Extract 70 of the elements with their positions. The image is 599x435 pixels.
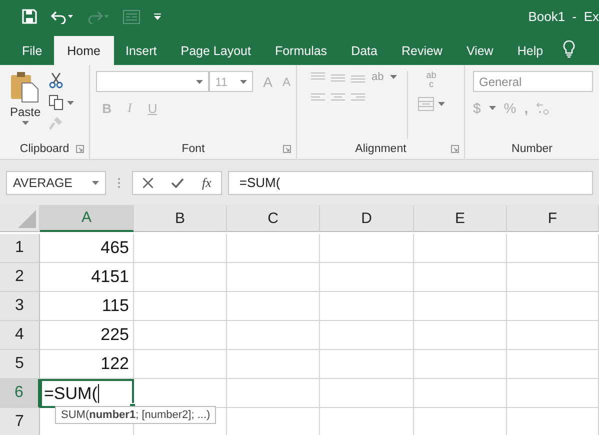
checkmark-icon[interactable] xyxy=(171,178,184,188)
ribbon-tab[interactable]: View xyxy=(454,36,506,65)
group-label: Clipboard xyxy=(20,143,70,155)
document-title: Book1 - Ex xyxy=(528,9,599,24)
name-box[interactable]: AVERAGE xyxy=(6,170,106,194)
align-left-icon[interactable] xyxy=(311,93,326,103)
caret-icon xyxy=(488,106,496,110)
insert-function-button[interactable]: fx xyxy=(202,174,212,190)
group-label: Alignment xyxy=(355,143,406,155)
align-right-icon[interactable] xyxy=(351,93,366,103)
form-icon xyxy=(123,10,140,24)
group-label: Number xyxy=(512,143,552,155)
undo-icon[interactable] xyxy=(51,10,73,24)
function-tooltip: SUM(number1; [number2]; ...) xyxy=(55,406,216,424)
caret-icon xyxy=(92,180,99,184)
scissors-icon[interactable] xyxy=(48,73,63,89)
caret-icon xyxy=(66,100,74,104)
row-header[interactable]: 4 xyxy=(0,321,40,350)
caret-icon xyxy=(438,102,445,106)
dialog-launcher-icon[interactable] xyxy=(451,145,459,153)
select-all-icon[interactable] xyxy=(18,210,36,228)
redo-icon xyxy=(87,10,109,24)
caret-icon xyxy=(390,75,397,79)
merge-cells-icon[interactable] xyxy=(418,97,434,111)
cancel-icon[interactable] xyxy=(143,178,153,188)
dialog-launcher-icon[interactable] xyxy=(76,145,84,153)
number-format-field[interactable]: General xyxy=(473,71,593,92)
ribbon-tab[interactable]: Page Layout xyxy=(168,36,263,65)
ribbon-tab[interactable]: Data xyxy=(339,36,390,65)
table-cell: 225 xyxy=(40,321,134,350)
save-icon[interactable] xyxy=(22,9,37,24)
row-header[interactable]: 3 xyxy=(0,292,40,321)
row-header[interactable]: 5 xyxy=(0,350,40,379)
column-header[interactable]: A xyxy=(40,205,134,232)
row-header[interactable]: 6 xyxy=(0,379,40,408)
caret-icon xyxy=(240,80,248,84)
ribbon-tab[interactable]: Help xyxy=(505,36,556,65)
decimal-icon[interactable] xyxy=(536,101,550,115)
formula-field[interactable]: =SUM( xyxy=(228,170,593,194)
ribbon-tab[interactable]: File xyxy=(10,36,54,65)
font-name-field[interactable] xyxy=(96,71,210,92)
column-header[interactable]: F xyxy=(507,205,599,232)
column-header[interactable]: C xyxy=(227,205,320,232)
column-header[interactable]: D xyxy=(320,205,414,232)
group-label: Font xyxy=(182,143,205,155)
column-header[interactable]: E xyxy=(414,205,507,232)
table-cell: 4151 xyxy=(40,263,134,292)
row-header[interactable]: 2 xyxy=(0,263,40,292)
format-painter-icon xyxy=(48,116,63,130)
table-cell: 122 xyxy=(40,350,134,379)
row-header[interactable]: 1 xyxy=(0,234,40,263)
align-middle-icon[interactable] xyxy=(331,72,346,82)
caret-icon xyxy=(196,80,204,84)
column-header[interactable]: B xyxy=(134,205,227,232)
align-top-icon[interactable] xyxy=(311,72,326,82)
caret-icon xyxy=(22,121,29,125)
align-center-icon[interactable] xyxy=(331,93,346,103)
lightbulb-icon[interactable] xyxy=(563,40,576,58)
ribbon-tab[interactable]: Review xyxy=(389,36,454,65)
copy-icon[interactable] xyxy=(48,95,63,110)
clipboard-icon xyxy=(10,71,40,103)
dialog-launcher-icon[interactable] xyxy=(283,145,292,153)
ribbon-tab[interactable]: Formulas xyxy=(262,36,340,65)
table-cell: 465 xyxy=(40,234,134,263)
ribbon-tab[interactable]: Insert xyxy=(114,36,169,65)
table-cell: 115 xyxy=(40,292,134,321)
row-header[interactable]: 7 xyxy=(0,408,40,435)
paste-button[interactable]: Paste xyxy=(6,71,45,139)
customize-caret-icon[interactable] xyxy=(154,12,161,20)
ribbon-tab[interactable]: Home xyxy=(54,36,114,65)
